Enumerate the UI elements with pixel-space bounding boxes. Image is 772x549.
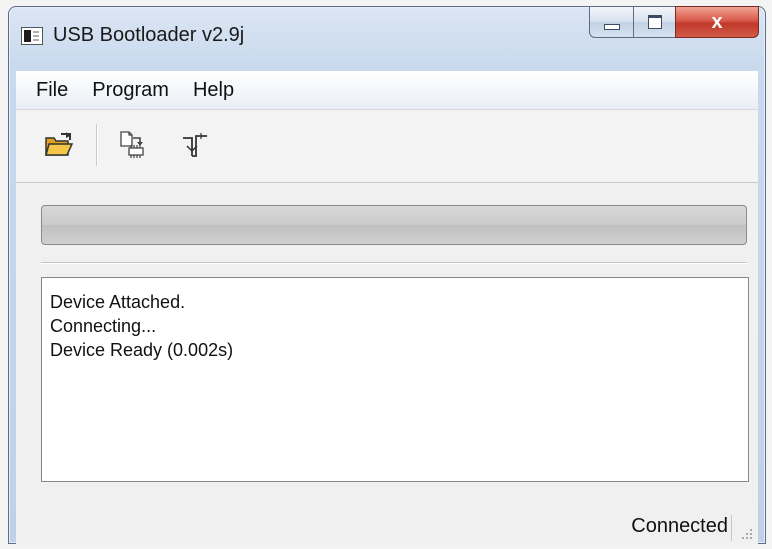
window-title: USB Bootloader v2.9j [53,24,245,46]
log-line: Device Ready (0.002s) [50,340,234,360]
app-icon[interactable] [21,27,43,45]
divider [41,262,747,263]
write-device-button[interactable] [116,128,150,162]
menu-program[interactable]: Program [80,79,181,102]
maximize-icon [647,15,662,29]
connection-status: Connected [631,515,728,537]
menu-help[interactable]: Help [181,79,246,102]
main-panel: Device Attached. Connecting... Device Re… [16,183,758,545]
menu-file[interactable]: File [16,79,80,102]
window-controls: x [589,6,759,38]
open-folder-icon [45,132,74,156]
log-output[interactable]: Device Attached. Connecting... Device Re… [41,277,749,482]
reset-device-button[interactable] [178,128,212,162]
log-line: Device Attached. [50,292,186,312]
open-file-button[interactable] [42,128,76,162]
close-button[interactable]: x [675,6,759,38]
write-device-icon [120,131,144,158]
title-bar[interactable]: USB Bootloader v2.9j x [9,6,765,67]
menu-bar: File Program Help [16,71,758,110]
status-separator [731,515,732,541]
maximize-button[interactable] [633,6,675,38]
log-line: Connecting... [50,316,157,336]
close-icon: x [711,10,723,33]
minimize-icon [603,24,620,30]
reset-device-icon [183,133,207,157]
toolbar [16,110,758,183]
minimize-button[interactable] [589,6,633,38]
status-bar: Connected [16,509,758,545]
toolbar-separator [96,124,97,166]
app-window: USB Bootloader v2.9j x File Program Help [8,6,766,545]
progress-bar [41,205,747,245]
resize-grip-icon[interactable] [740,527,754,541]
